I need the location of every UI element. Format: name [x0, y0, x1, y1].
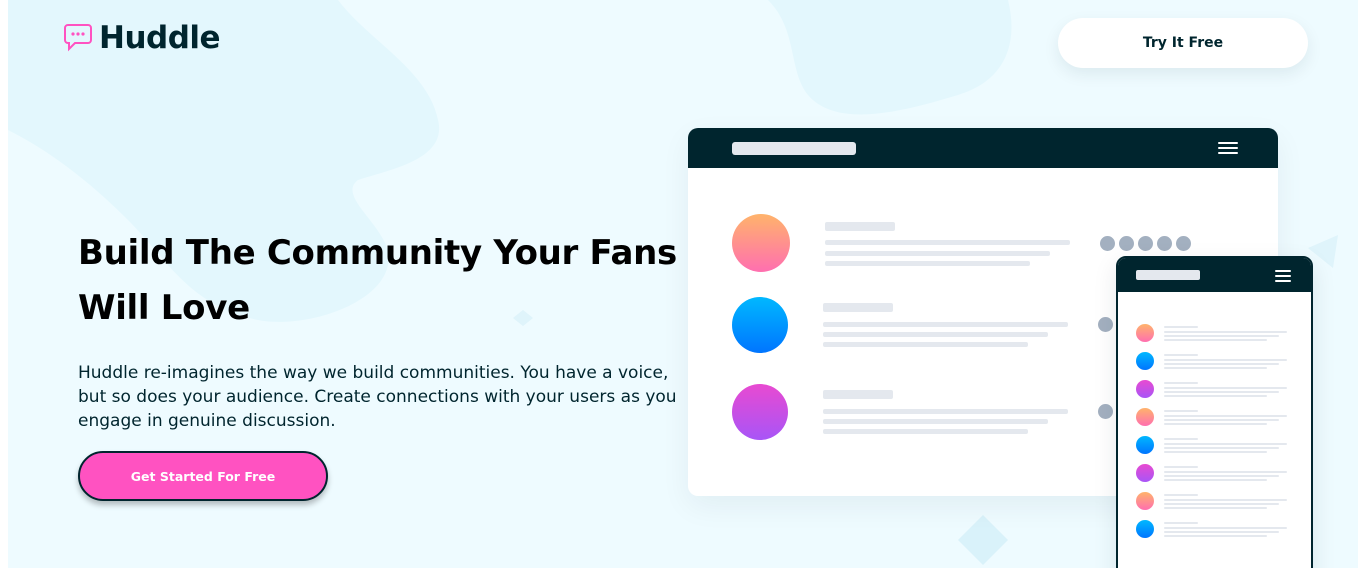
- placeholder-line: [823, 429, 1028, 434]
- phone-top-bar: [1118, 258, 1311, 292]
- placeholder-line: [825, 240, 1070, 245]
- placeholder-line: [823, 322, 1068, 327]
- placeholder-line: [823, 409, 1068, 414]
- huddle-logo[interactable]: Huddle: [63, 20, 221, 56]
- hero-description: Huddle re-imagines the way we build comm…: [78, 363, 677, 431]
- status-dot: [1138, 236, 1153, 251]
- phone-title-placeholder: [1136, 270, 1200, 280]
- avatar: [732, 214, 790, 272]
- status-dot: [1119, 236, 1134, 251]
- avatar: [1136, 492, 1154, 510]
- placeholder-line: [823, 332, 1048, 337]
- mobile-mockup-illustration: [1116, 256, 1313, 568]
- placeholder-line: [823, 390, 893, 399]
- status-dot: [1100, 236, 1115, 251]
- placeholder-line: [823, 303, 893, 312]
- brand-name: Huddle: [99, 20, 221, 56]
- list-item: [1118, 464, 1311, 490]
- hamburger-menu-icon: [1275, 270, 1291, 285]
- list-item: [1118, 324, 1311, 350]
- avatar: [1136, 408, 1154, 426]
- chat-bubble-icon: [64, 24, 92, 52]
- status-dot: [1157, 236, 1172, 251]
- list-item: [1118, 352, 1311, 378]
- get-started-button[interactable]: Get Started For Free: [78, 451, 328, 501]
- avatar: [1136, 520, 1154, 538]
- placeholder-line: [825, 222, 895, 231]
- placeholder-line: [825, 251, 1050, 256]
- list-item: [1118, 492, 1311, 518]
- status-dot: [1098, 317, 1113, 332]
- mockup-title-placeholder: [732, 142, 856, 155]
- avatar: [1136, 380, 1154, 398]
- status-dot: [1098, 404, 1113, 419]
- list-item: [1118, 436, 1311, 462]
- avatar: [1136, 464, 1154, 482]
- placeholder-line: [825, 261, 1030, 266]
- hero-title: Build The Community Your Fans Will Love: [78, 233, 677, 328]
- avatar: [732, 384, 788, 440]
- landing-page: Huddle Try It Free Build The Community Y…: [8, 0, 1358, 568]
- status-dot: [1176, 236, 1191, 251]
- avatar: [1136, 436, 1154, 454]
- list-item: [1118, 380, 1311, 406]
- list-item: [1118, 408, 1311, 434]
- avatar: [1136, 352, 1154, 370]
- avatar: [732, 297, 788, 353]
- avatar: [1136, 324, 1154, 342]
- placeholder-line: [823, 342, 1028, 347]
- mockup-top-bar: [688, 128, 1278, 168]
- placeholder-line: [823, 419, 1048, 424]
- try-it-free-button[interactable]: Try It Free: [1058, 18, 1308, 68]
- list-item: [1118, 520, 1311, 546]
- hamburger-menu-icon: [1218, 142, 1238, 157]
